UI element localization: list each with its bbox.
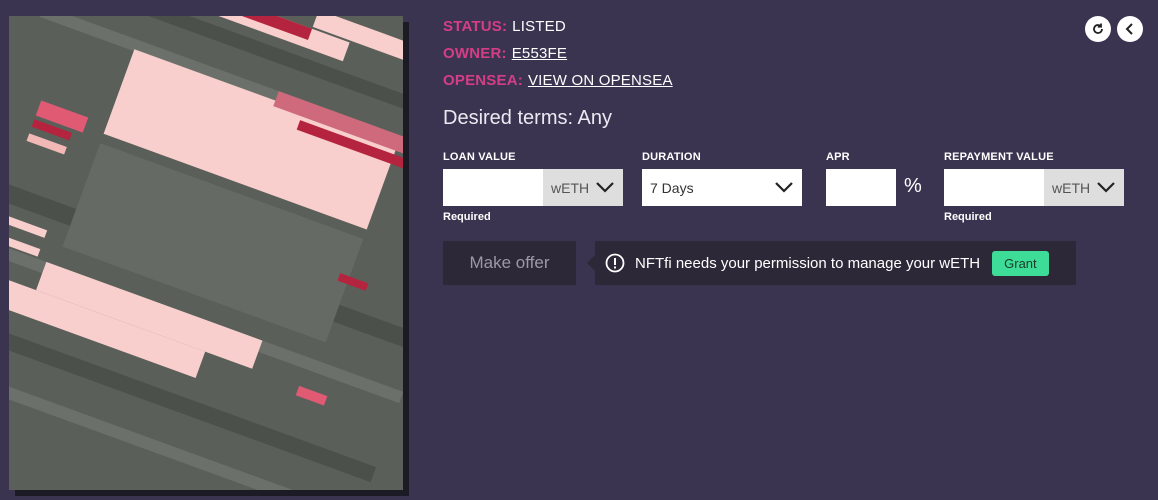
- make-offer-button[interactable]: Make offer: [443, 241, 576, 285]
- desired-terms-heading: Desired terms: Any: [443, 107, 612, 129]
- loan-value-label: LOAN VALUE: [443, 151, 516, 163]
- back-button[interactable]: [1117, 16, 1143, 42]
- duration-selected-value: 7 Days: [650, 179, 694, 196]
- duration-select[interactable]: 7 Days: [642, 169, 802, 206]
- apr-input[interactable]: [826, 169, 896, 206]
- chevron-down-icon: [775, 182, 793, 193]
- owner-link[interactable]: E553FE: [512, 45, 567, 62]
- chevron-down-icon: [596, 182, 614, 193]
- loan-value-input[interactable]: [443, 169, 543, 206]
- status-row: STATUS: LISTED: [443, 18, 566, 35]
- repayment-value-input[interactable]: [944, 169, 1044, 206]
- status-label: STATUS:: [443, 18, 508, 35]
- repayment-value-label: REPAYMENT VALUE: [944, 151, 1054, 163]
- view-on-opensea-link[interactable]: VIEW ON OPENSEA: [528, 72, 673, 89]
- apr-label: APR: [826, 151, 850, 163]
- apr-percent-suffix: %: [904, 175, 922, 197]
- refresh-button[interactable]: [1085, 16, 1111, 42]
- status-value: LISTED: [512, 18, 566, 35]
- duration-label: DURATION: [642, 151, 701, 163]
- repayment-value-unit-label: wETH: [1052, 179, 1091, 196]
- owner-row: OWNER: E553FE: [443, 45, 567, 62]
- repayment-value-required-hint: Required: [944, 211, 992, 223]
- loan-value-unit-label: wETH: [551, 179, 590, 196]
- repayment-value-unit-select[interactable]: wETH: [1044, 169, 1124, 206]
- chevron-left-icon: [1125, 23, 1133, 35]
- opensea-label: OPENSEA:: [443, 72, 523, 89]
- loan-value-required-hint: Required: [443, 211, 491, 223]
- grant-button[interactable]: Grant: [992, 250, 1049, 276]
- opensea-row: OPENSEA: VIEW ON OPENSEA: [443, 72, 673, 89]
- refresh-icon: [1093, 23, 1103, 34]
- chevron-down-icon: [1097, 182, 1115, 193]
- permission-notice-text: NFTfi needs your permission to manage yo…: [635, 254, 981, 272]
- loan-value-unit-select[interactable]: wETH: [543, 169, 623, 206]
- owner-label: OWNER:: [443, 45, 507, 62]
- exclamation-circle-icon: [605, 253, 625, 273]
- nft-artwork: [9, 16, 403, 490]
- permission-notice: NFTfi needs your permission to manage yo…: [587, 241, 1076, 285]
